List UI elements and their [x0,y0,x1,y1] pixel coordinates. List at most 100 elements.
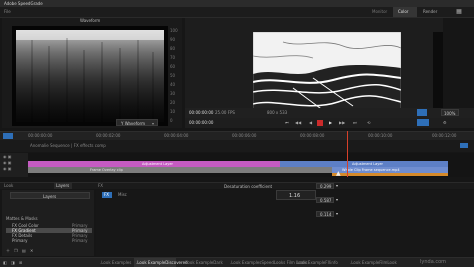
layers-section-title: Mattes & Masks [6,216,38,221]
viewer-timecode: 00:00:00:00 [189,110,214,115]
menu-file[interactable]: File [4,9,11,14]
settings-icon[interactable]: ⚙ [443,120,447,125]
zoom-dropdown[interactable]: 100% [441,109,459,116]
layer-row[interactable]: Primary Primary [6,238,92,243]
tab-layers-label: Layers [56,183,70,188]
timeline-strip: Anomalie Sequence | FX effects comp [0,140,474,152]
axis-label: 30 [170,91,176,96]
folder-icon[interactable]: ▤ [22,248,26,253]
toolbar-icon[interactable]: ◨ [11,260,15,265]
waveform-display [12,26,168,126]
workspace-bar: File Monitor Color Render ▦ [0,7,474,18]
axis-label: 80 [170,46,176,51]
scope-mode-dropdown[interactable]: Y Waveform ▾ [116,119,158,126]
fx-tab-misc[interactable]: Misc [118,192,127,197]
layer-name: Primary [12,238,28,243]
transport-bar: 00:00:00:00 ⏮ ◀◀ ◀ ▶ ▶▶ ⏭ ⟲ ⚙ [185,118,474,128]
track-headers: ◉ ▣ ◉ ▣ ◉ ▣ [0,153,28,177]
eye-icon[interactable]: ◉ ▣ [3,160,12,165]
ruler-label: 00:00:08:00 [300,133,325,138]
step-forward-icon[interactable]: ▶▶ [339,120,345,125]
axis-label: 100 [170,28,178,33]
fps-readout: 25.00 FPS [215,110,235,115]
ruler-label: 00:00:04:00 [164,133,189,138]
coefficient-value: 0.299 [320,184,332,189]
reset-icon[interactable]: ▾ [336,197,338,202]
toolbar-icon[interactable]: ⊞ [19,260,22,265]
chevron-down-icon: ▾ [152,121,155,126]
title-bar: Adobe SpeedGrade [0,0,474,7]
axis-label: 70 [170,55,176,60]
tab-render[interactable]: Render [423,9,437,14]
toolbar-icon[interactable]: ◧ [3,260,7,265]
coefficient-field-g[interactable]: 0.587 [316,197,334,203]
loop-icon[interactable]: ⟲ [367,120,370,125]
scope-panel: Waveform 100 90 80 70 60 50 40 30 20 10 … [2,18,182,128]
eye-icon[interactable]: ◉ ▣ [3,154,12,159]
tab-fx[interactable]: FX [98,183,103,188]
grid-icon[interactable]: ▦ [455,8,463,16]
layers-panel: Layers Mattes & Masks FX Cool Color Prim… [2,190,94,256]
tab-layers[interactable]: Layers [54,183,72,189]
coefficient-field-b[interactable]: 0.114 [316,211,334,217]
transport-timecode: 00:00:00:00 [189,120,214,125]
ruler-label: 00:00:06:00 [232,133,257,138]
fx-panel: FX Misc Desaturation coefficient 1.16 0.… [96,171,474,256]
skip-start-icon[interactable]: ⏮ [285,120,289,125]
layers-toolbar: ＋ ❐ ▤ ✕ [6,248,92,254]
tab-color-label: Color [398,9,409,14]
step-back-icon[interactable]: ◀◀ [295,120,301,125]
app-window: Adobe SpeedGrade File Monitor Color Rend… [0,0,474,267]
axis-label: 90 [170,37,176,42]
axis-label: 50 [170,73,176,78]
duplicate-icon[interactable]: ❐ [14,248,18,253]
grade-toggle-button[interactable] [417,109,427,116]
scope-mode-label: Y Waveform [121,121,146,126]
layer-value: Primary [72,238,88,243]
axis-label: 10 [170,109,176,114]
tab-look[interactable]: Look [4,183,13,188]
fx-tab-active[interactable]: FX [102,192,112,198]
clip-tail-orange[interactable] [332,173,448,176]
snapshot-button[interactable] [417,119,429,126]
waveform-graphic [16,30,164,122]
axis-label: 40 [170,82,176,87]
param-label: Desaturation coefficient [224,184,273,189]
track-area: ◉ ▣ ◉ ▣ ◉ ▣ Adjustment Layer Adjustment … [0,131,474,177]
look-tab[interactable]: .Look ExampleFilmLook [350,260,397,265]
eye-icon[interactable]: ◉ ▣ [3,166,12,171]
look-tab[interactable]: .Look ExampleDark [184,260,223,265]
reset-icon[interactable]: ▾ [336,183,338,188]
delete-icon[interactable]: ✕ [30,248,33,253]
axis-label: 60 [170,64,176,69]
axis-label: 20 [170,100,176,105]
add-layer-icon[interactable]: ＋ [6,248,10,253]
reset-icon[interactable]: ▾ [336,211,338,216]
stop-button[interactable] [317,120,323,126]
big-value: 1.16 [289,193,301,199]
cursor-icon: ▲ [336,170,341,177]
look-tab[interactable]: .Look ExampleFXinfo [296,260,338,265]
viewer-info-bar: 00:00:00:00 25.00 FPS 800 x 533 100% [185,108,474,118]
big-value-field[interactable]: 1.16 [276,190,316,200]
look-tab-label: .Look ExampleDiscovered [136,260,188,265]
ruler-label: 00:00:12:00 [432,133,457,138]
resolution-readout: 800 x 533 [267,110,288,115]
playhead[interactable] [347,131,348,177]
axis-label: 0 [170,118,173,123]
timeline-mode-button[interactable] [3,133,13,139]
clip-label: Frame Overlay clip [90,168,123,172]
skip-end-icon[interactable]: ⏭ [353,120,357,125]
tab-color[interactable]: Color [393,7,417,17]
coefficient-field-r[interactable]: 0.299 [316,183,334,189]
play-reverse-icon[interactable]: ◀ [309,120,312,125]
timeline-marker[interactable] [460,143,468,148]
look-tab[interactable]: .Look Examples [100,260,131,265]
timeline-ruler[interactable]: 00:00:00:00 00:00:02:00 00:00:04:00 00:0… [0,131,474,140]
fx-tab-label: FX [104,192,110,197]
ruler-label: 00:00:00:00 [28,133,53,138]
ruler-label: 00:00:02:00 [96,133,121,138]
tab-monitor[interactable]: Monitor [372,9,387,14]
play-icon[interactable]: ▶ [329,120,332,125]
lynda-watermark: lynda.com [420,259,447,265]
